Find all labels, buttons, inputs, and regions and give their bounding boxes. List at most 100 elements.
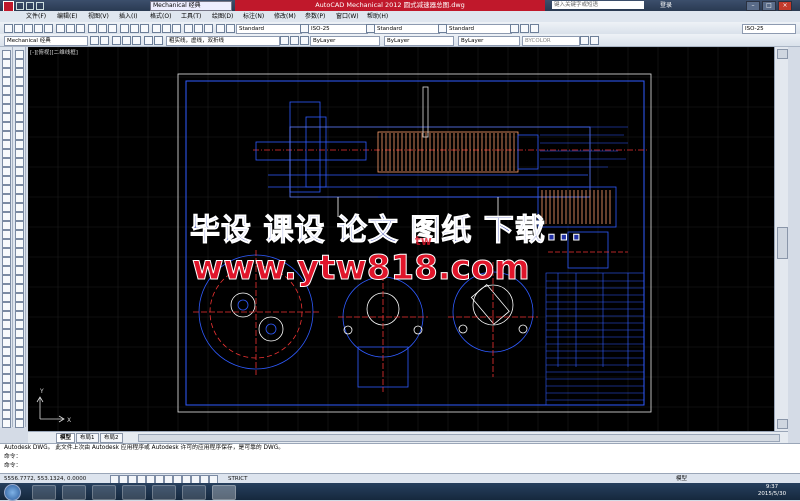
tool-button-icon[interactable] <box>15 257 24 266</box>
tool-button-icon[interactable] <box>15 140 24 149</box>
tool-button-icon[interactable] <box>15 365 24 374</box>
toolbar-tool-icon[interactable] <box>520 24 529 33</box>
toolbar-tool-icon[interactable] <box>108 24 117 33</box>
workspace-dropdown[interactable]: Mechanical 经典 <box>4 35 88 46</box>
tool-button-icon[interactable] <box>15 230 24 239</box>
tab-layout1[interactable]: 布局1 <box>76 433 99 443</box>
tab-layout2[interactable]: 布局2 <box>100 433 123 443</box>
tool-button-icon[interactable] <box>15 77 24 86</box>
tool-button-icon[interactable] <box>15 158 24 167</box>
tool-button-icon[interactable] <box>2 131 11 140</box>
taskbar-word-icon[interactable] <box>152 485 176 500</box>
toolbar-tool-icon[interactable] <box>88 24 97 33</box>
taskbar-app-icon[interactable] <box>182 485 206 500</box>
tool-button-icon[interactable] <box>15 149 24 158</box>
login-link[interactable]: 登录 <box>660 0 672 11</box>
toolbar-tool-icon[interactable] <box>144 36 153 45</box>
tool-button-icon[interactable] <box>2 275 11 284</box>
layer-select[interactable]: 粗实线，虚线，双折线 <box>166 35 280 46</box>
taskbar-explorer-icon[interactable] <box>62 485 86 500</box>
tool-button-icon[interactable] <box>15 104 24 113</box>
save-icon[interactable] <box>36 2 44 10</box>
tool-button-icon[interactable] <box>15 131 24 140</box>
tool-button-icon[interactable] <box>15 338 24 347</box>
menu-item[interactable]: 格式(O) <box>150 11 171 22</box>
tool-button-icon[interactable] <box>2 167 11 176</box>
tool-button-icon[interactable] <box>2 95 11 104</box>
toolbar-tool-icon[interactable] <box>580 36 589 45</box>
tool-button-icon[interactable] <box>15 212 24 221</box>
menu-item[interactable]: 文件(F) <box>26 11 46 22</box>
tool-button-icon[interactable] <box>15 68 24 77</box>
tool-button-icon[interactable] <box>2 302 11 311</box>
tool-button-icon[interactable] <box>2 347 11 356</box>
scroll-up-icon[interactable] <box>777 49 788 59</box>
toolbar-tool-icon[interactable] <box>100 36 109 45</box>
tool-button-icon[interactable] <box>2 383 11 392</box>
tool-button-icon[interactable] <box>15 86 24 95</box>
tool-button-icon[interactable] <box>2 284 11 293</box>
tool-button-icon[interactable] <box>2 365 11 374</box>
menu-item[interactable]: 工具(T) <box>181 11 201 22</box>
toolbar-tool-icon[interactable] <box>172 24 181 33</box>
tool-button-icon[interactable] <box>2 77 11 86</box>
tool-button-icon[interactable] <box>15 410 24 419</box>
toolbar-tool-icon[interactable] <box>530 24 539 33</box>
toolbar-tool-icon[interactable] <box>300 24 309 33</box>
tool-button-icon[interactable] <box>15 284 24 293</box>
toolbar-tool-icon[interactable] <box>112 36 121 45</box>
toolbar-tool-icon[interactable] <box>34 24 43 33</box>
tool-button-icon[interactable] <box>2 311 11 320</box>
linetype-select[interactable]: ByLayer <box>384 35 454 46</box>
tool-button-icon[interactable] <box>15 167 24 176</box>
taskbar-autocad-icon[interactable] <box>212 485 236 500</box>
tool-button-icon[interactable] <box>2 86 11 95</box>
tool-button-icon[interactable] <box>2 221 11 230</box>
scroll-thumb[interactable] <box>777 227 788 259</box>
tool-button-icon[interactable] <box>2 158 11 167</box>
toolbar-tool-icon[interactable] <box>4 24 13 33</box>
dim-style-select[interactable]: ISO-25 <box>308 23 368 34</box>
toolbar-tool-icon[interactable] <box>132 36 141 45</box>
tool-button-icon[interactable] <box>15 419 24 428</box>
toolbar-tool-icon[interactable] <box>44 24 53 33</box>
tool-button-icon[interactable] <box>2 248 11 257</box>
tool-button-icon[interactable] <box>15 248 24 257</box>
tool-button-icon[interactable] <box>2 356 11 365</box>
scroll-down-icon[interactable] <box>777 419 788 429</box>
tool-button-icon[interactable] <box>2 419 11 428</box>
open-icon[interactable] <box>26 2 34 10</box>
command-input[interactable]: 命令： <box>0 462 800 471</box>
toolbar-tool-icon[interactable] <box>76 24 85 33</box>
toolbar-tool-icon[interactable] <box>204 24 213 33</box>
taskbar-media-icon[interactable] <box>92 485 116 500</box>
vertical-scrollbar[interactable] <box>774 47 789 431</box>
tool-button-icon[interactable] <box>15 275 24 284</box>
toolbar-tool-icon[interactable] <box>24 24 33 33</box>
toolbar-tool-icon[interactable] <box>194 24 203 33</box>
lineweight-select[interactable]: ByLayer <box>458 35 520 46</box>
tool-button-icon[interactable] <box>2 212 11 221</box>
workspace-select[interactable]: Mechanical 经典 <box>150 1 232 11</box>
tool-button-icon[interactable] <box>2 50 11 59</box>
tool-button-icon[interactable] <box>15 347 24 356</box>
command-window[interactable]: Autodesk DWG。 此文件上次由 Autodesk 应用程序或 Auto… <box>0 443 800 474</box>
horizontal-scrollbar[interactable] <box>138 434 780 442</box>
toolbar-tool-icon[interactable] <box>280 36 289 45</box>
tool-button-icon[interactable] <box>15 194 24 203</box>
tool-button-icon[interactable] <box>2 329 11 338</box>
tool-button-icon[interactable] <box>2 194 11 203</box>
toolbar-tool-icon[interactable] <box>130 24 139 33</box>
tool-button-icon[interactable] <box>15 356 24 365</box>
tool-button-icon[interactable] <box>2 113 11 122</box>
tool-button-icon[interactable] <box>15 122 24 131</box>
menu-item[interactable]: 修改(M) <box>274 11 296 22</box>
minimize-icon[interactable]: – <box>746 1 760 11</box>
tool-button-icon[interactable] <box>2 176 11 185</box>
toolbar-tool-icon[interactable] <box>56 24 65 33</box>
tool-button-icon[interactable] <box>2 392 11 401</box>
tool-button-icon[interactable] <box>15 113 24 122</box>
tool-button-icon[interactable] <box>2 401 11 410</box>
tool-button-icon[interactable] <box>15 383 24 392</box>
menu-item[interactable]: 窗口(W) <box>336 11 359 22</box>
